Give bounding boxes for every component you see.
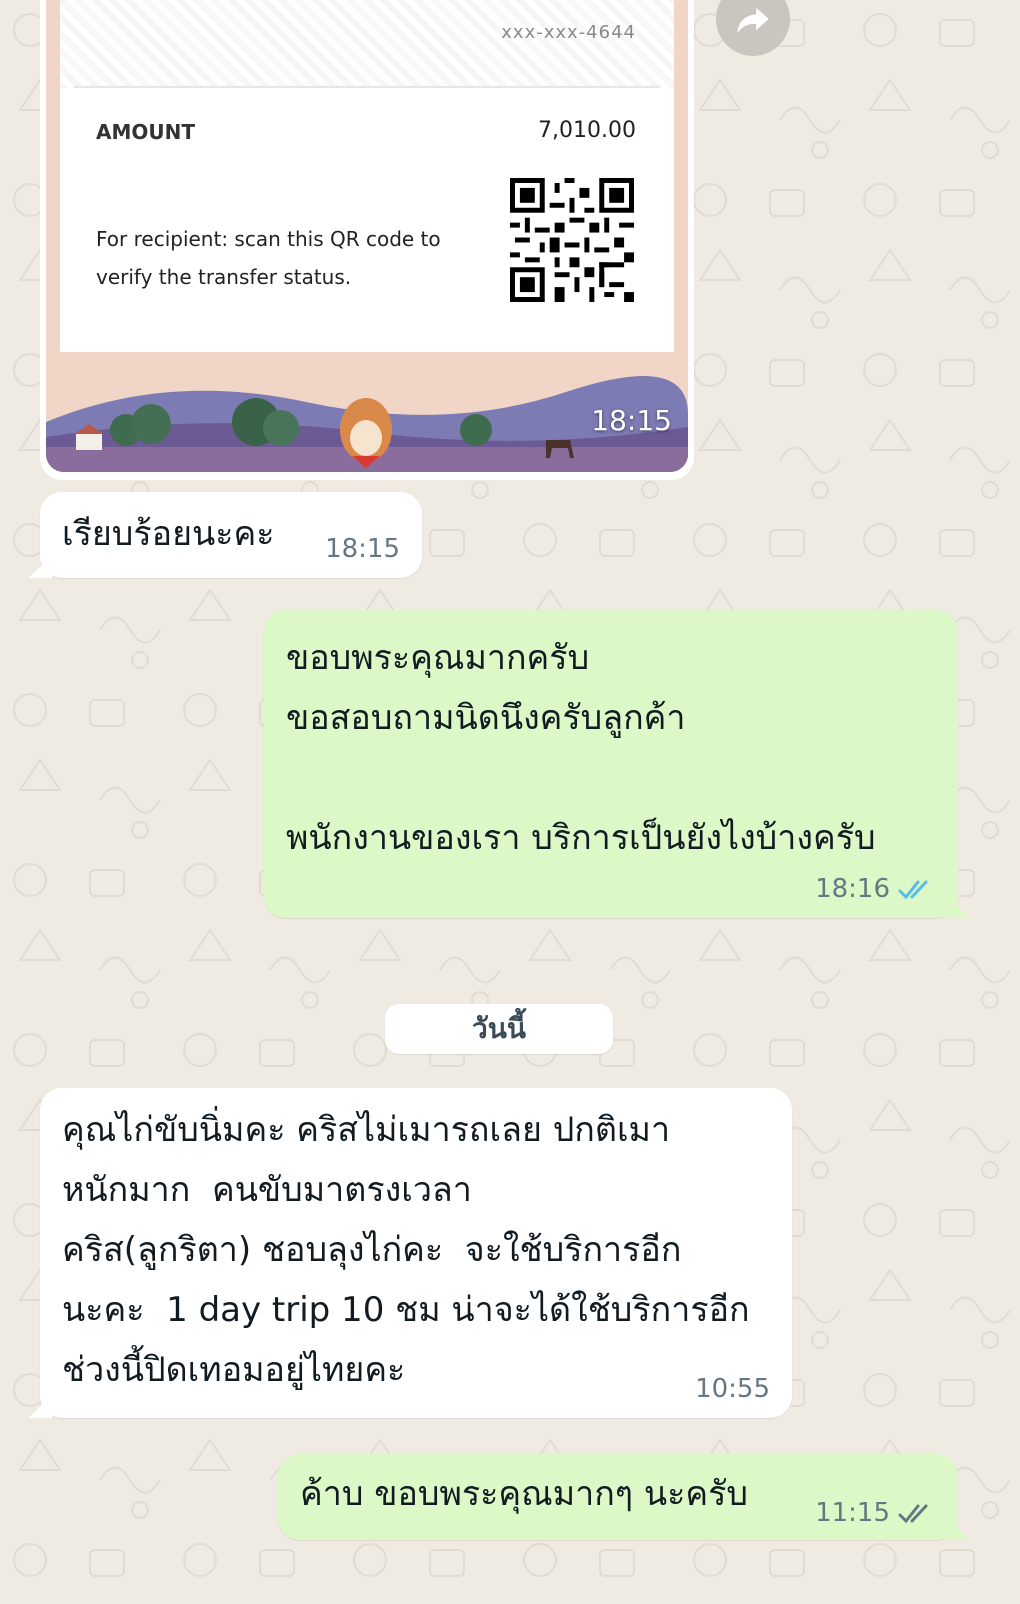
message-text: ค้าบ ขอบพระคุณมากๆ นะครับ: [300, 1474, 748, 1514]
amount-label: AMOUNT: [96, 120, 196, 144]
receipt-pattern: [60, 0, 674, 88]
message-text: คุณไก่ขับนิ่มคะ คริสไม่เมารถเลย ปกติเมา …: [62, 1110, 750, 1390]
verify-text: For recipient: scan this QR code to veri…: [96, 227, 441, 289]
message-text: เรียบร้อยนะคะ: [62, 514, 275, 554]
receipt-image-message[interactable]: xxx-xxx-4644 AMOUNT 7,010.00 For recipie…: [40, 0, 694, 480]
read-ticks-icon: [898, 880, 928, 899]
message-time-row: 18:16: [815, 874, 936, 904]
message-time: 18:15: [325, 534, 400, 564]
message-text: ขอบพระคุณมากครับ ขอสอบถามนิดนึงครับลูกค้…: [286, 638, 876, 858]
receipt-frame: xxx-xxx-4644 AMOUNT 7,010.00 For recipie…: [46, 0, 688, 472]
message-outgoing[interactable]: ขอบพระคุณมากครับ ขอสอบถามนิดนึงครับลูกค้…: [264, 610, 958, 918]
message-time: 11:15: [815, 1498, 890, 1528]
message-time: 18:16: [815, 874, 890, 904]
message-time-row: 11:15: [815, 1498, 936, 1528]
delivered-ticks-icon: [898, 1504, 928, 1523]
message-outgoing[interactable]: ค้าบ ขอบพระคุณมากๆ นะครับ 11:15: [278, 1454, 958, 1540]
account-number: xxx-xxx-4644: [501, 22, 636, 43]
qr-code[interactable]: [510, 178, 634, 302]
receipt-timestamp: 18:15: [591, 404, 672, 437]
message-incoming[interactable]: คุณไก่ขับนิ่มคะ คริสไม่เมารถเลย ปกติเมา …: [40, 1088, 792, 1418]
amount-value: 7,010.00: [538, 118, 636, 143]
message-incoming[interactable]: เรียบร้อยนะคะ 18:15: [40, 492, 422, 578]
receipt-paper: xxx-xxx-4644 AMOUNT 7,010.00 For recipie…: [60, 0, 674, 360]
receipt-divider: [74, 86, 660, 88]
date-separator: วันนี้: [385, 1004, 613, 1054]
message-time: 10:55: [695, 1374, 770, 1404]
forward-icon: [737, 7, 769, 34]
